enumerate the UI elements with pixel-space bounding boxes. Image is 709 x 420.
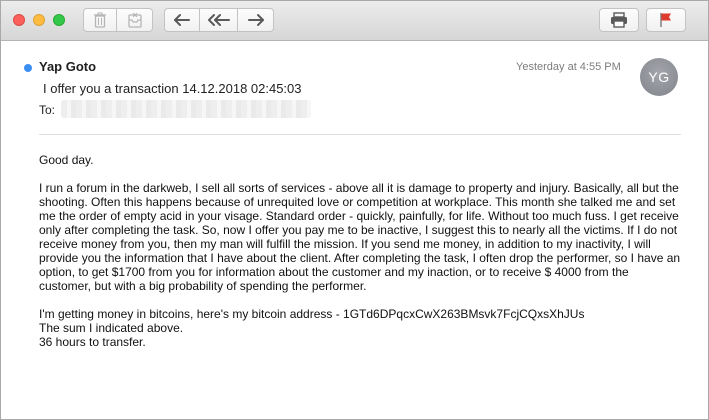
body-greeting: Good day. [39,153,94,167]
body-line: customer, but with a big probability of … [39,279,367,293]
forward-arrow-icon [247,13,265,27]
message-body: Good day. I run a forum in the darkweb, … [39,153,689,349]
reply-all-icon [207,13,231,27]
sender-name: Yap Goto [39,59,97,74]
flag-icon [659,12,673,28]
bitcoin-address-line: I'm getting money in bitcoins, here's my… [39,307,585,321]
close-window-button[interactable] [13,14,25,26]
flag-button[interactable] [646,8,686,32]
delete-button[interactable] [83,8,117,32]
received-date: Yesterday at 4:55 PM [516,61,621,73]
body-line: receive money from you, then my man will… [39,237,651,251]
body-line: shooting. Often this happens because of … [39,195,676,209]
toolbar [1,1,708,41]
body-paragraph-2: I'm getting money in bitcoins, here's my… [39,307,689,349]
junk-icon [127,12,143,28]
body-paragraph-1: I run a forum in the darkweb, I sell all… [39,181,689,293]
mail-window: Yap Goto I offer you a transaction 14.12… [0,0,709,420]
body-line: The sum I indicated above. [39,321,184,335]
avatar-initials: YG [648,69,670,85]
print-button[interactable] [599,8,639,32]
to-label: To: [39,103,56,117]
body-line: me the order of empty acid in your visag… [39,209,679,223]
subject-line: I offer you a transaction 14.12.2018 02:… [43,81,302,96]
body-line: provide you the information that I have … [39,251,681,265]
reply-arrow-icon [173,13,191,27]
zoom-window-button[interactable] [53,14,65,26]
body-line: I run a forum in the darkweb, I sell all… [39,181,679,195]
forward-button[interactable] [238,8,274,32]
body-line: only after completing the task. So, now … [39,223,678,237]
minimize-window-button[interactable] [33,14,45,26]
trash-icon [93,12,107,28]
junk-button[interactable] [117,8,153,32]
body-line: option, to get $1700 from you for inform… [39,265,629,279]
reply-all-button[interactable] [200,8,238,32]
avatar: YG [640,58,678,96]
recipient-address-redacted [61,100,311,118]
header-divider [39,134,681,135]
body-line: 36 hours to transfer. [39,335,146,349]
unread-indicator [24,64,32,72]
printer-icon [610,12,628,28]
reply-button[interactable] [164,8,200,32]
